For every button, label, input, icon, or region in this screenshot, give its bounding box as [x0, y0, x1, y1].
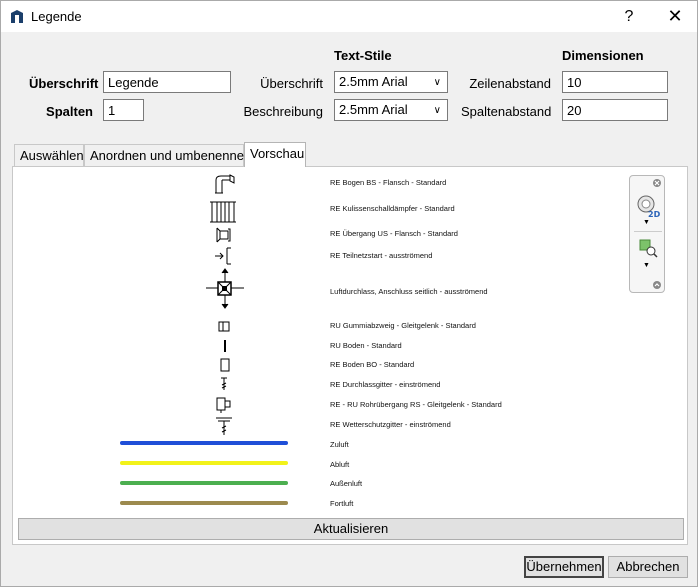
close-icon[interactable]	[652, 178, 662, 188]
navigation-widget: 2D ▼ ▼	[629, 175, 665, 293]
floor-bo-symbol	[220, 358, 230, 372]
tab-anordnen[interactable]: Anordnen und umbenennen	[84, 144, 251, 166]
help-button[interactable]: ?	[607, 1, 651, 32]
refresh-button[interactable]: Aktualisieren	[18, 518, 684, 540]
svg-text:2D: 2D	[648, 210, 660, 218]
text-style-heading-label: Überschrift	[260, 76, 323, 91]
pipe-transition-symbol	[216, 397, 231, 413]
legend-label: Zuluft	[330, 440, 349, 449]
legend-label: RE - RU Rohrübergang RS - Gleitgelenk - …	[330, 400, 502, 409]
preview-panel: RE Bogen BS - Flansch - Standard RE Kuli…	[12, 166, 688, 545]
heading-label: Überschrift	[29, 76, 99, 91]
text-style-description-value: 2.5mm Arial	[339, 102, 408, 117]
legend-label: RE Boden BO - Standard	[330, 360, 415, 369]
legend-label: Luftdurchlass, Anschluss seitlich - auss…	[330, 287, 488, 296]
transition-symbol	[216, 227, 231, 243]
zuluft-line	[120, 441, 288, 445]
legend-label: RU Gummiabzweig - Gleitgelenk - Standard	[330, 321, 476, 330]
text-style-description-label: Beschreibung	[243, 104, 324, 119]
cancel-button[interactable]: Abbrechen	[608, 556, 688, 578]
legend-label: RE Durchlassgitter - einströmend	[330, 380, 441, 389]
grille-symbol	[221, 377, 227, 390]
close-button[interactable]: ✕	[653, 1, 697, 32]
collapse-icon[interactable]	[652, 280, 662, 290]
legend-dialog: Legende ? ✕ Überschrift Spalten Text-Sti…	[0, 0, 698, 587]
col-spacing-label: Spaltenabstand	[461, 104, 552, 119]
legend-label: RE Übergang US - Flansch - Standard	[330, 229, 458, 238]
row-spacing-label: Zeilenabstand	[469, 76, 551, 91]
app-logo-icon	[11, 10, 23, 23]
floor-symbol	[224, 340, 226, 352]
heading-input[interactable]	[103, 71, 231, 93]
text-style-heading-value: 2.5mm Arial	[339, 74, 408, 89]
apply-button[interactable]: Übernehmen	[524, 556, 604, 578]
legend-label: Fortluft	[330, 499, 354, 508]
row-spacing-input[interactable]	[562, 71, 668, 93]
view-2d-icon[interactable]: 2D	[636, 194, 660, 218]
weather-grille-symbol	[216, 417, 232, 435]
tab-auswaehlen[interactable]: Auswählen	[14, 144, 84, 166]
columns-input[interactable]	[103, 99, 144, 121]
window-title: Legende	[31, 9, 82, 24]
legend-label: RE Wetterschutzgitter - einströmend	[330, 420, 451, 429]
columns-label: Spalten	[46, 104, 93, 119]
chevron-down-icon: ∨	[433, 105, 441, 116]
subnet-start-symbol	[215, 247, 231, 265]
text-styles-header: Text-Stile	[334, 48, 392, 63]
chevron-down-icon: ∨	[433, 77, 441, 88]
chevron-down-icon[interactable]: ▼	[643, 262, 650, 269]
legend-label: RE Teilnetzstart - ausströmend	[330, 251, 433, 260]
air-outlet-symbol	[206, 268, 244, 309]
legend-label: RE Kulissenschalldämpfer - Standard	[330, 204, 455, 213]
col-spacing-input[interactable]	[562, 99, 668, 121]
text-style-description-select[interactable]: 2.5mm Arial ∨	[334, 99, 448, 121]
legend-label: RU Boden - Standard	[330, 341, 402, 350]
chevron-down-icon[interactable]: ▼	[643, 219, 650, 226]
tab-vorschau[interactable]: Vorschau	[244, 142, 306, 167]
fortluft-line	[120, 501, 288, 505]
dimensions-header: Dimensionen	[562, 48, 644, 63]
bend-symbol	[215, 174, 235, 194]
text-style-heading-select[interactable]: 2.5mm Arial ∨	[334, 71, 448, 93]
abluft-line	[120, 461, 288, 465]
legend-label: Außenluft	[330, 479, 363, 488]
zoom-extents-icon[interactable]	[638, 238, 658, 258]
legend-preview: RE Bogen BS - Flansch - Standard RE Kuli…	[18, 172, 684, 517]
legend-label: Abluft	[330, 460, 350, 469]
aussenluft-line	[120, 481, 288, 485]
nav-divider	[634, 231, 662, 232]
rubber-branch-symbol	[218, 321, 230, 332]
title-bar: Legende ? ✕	[1, 1, 697, 32]
legend-label: RE Bogen BS - Flansch - Standard	[330, 178, 447, 187]
silencer-symbol	[210, 201, 236, 223]
